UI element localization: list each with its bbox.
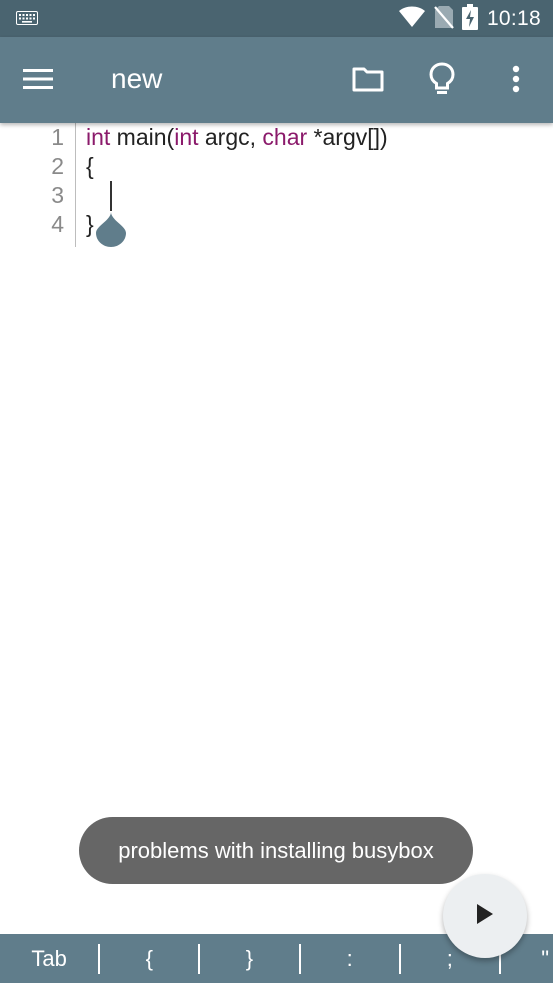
line-number: 4 xyxy=(51,211,64,237)
run-button[interactable] xyxy=(443,874,527,958)
status-time: 10:18 xyxy=(486,7,541,30)
wifi-icon xyxy=(390,6,426,33)
code-text: { xyxy=(86,153,94,179)
line-number: 3 xyxy=(51,182,64,208)
app-toolbar: new xyxy=(0,37,553,123)
code-line: 3 xyxy=(0,181,553,210)
code-editor[interactable]: 1 int main(int argc, char *argv[]) 2 { 3… xyxy=(0,123,553,934)
text-cursor xyxy=(110,181,112,211)
code-line: 1 int main(int argc, char *argv[]) xyxy=(0,123,553,152)
no-sim-icon xyxy=(426,5,454,34)
folder-icon[interactable] xyxy=(344,55,392,103)
play-icon xyxy=(475,903,495,930)
file-title: new xyxy=(111,63,163,94)
code-token: *argv[]) xyxy=(307,124,388,150)
code-token: main( xyxy=(110,124,175,150)
battery-charging-icon xyxy=(454,3,478,35)
code-text: } xyxy=(86,211,94,237)
status-bar: 10:18 xyxy=(0,0,553,37)
menu-icon[interactable] xyxy=(14,55,62,103)
line-number: 1 xyxy=(51,124,64,150)
toast-message: problems with installing busybox xyxy=(79,817,473,884)
keyword: int xyxy=(86,124,111,150)
keyboard-icon xyxy=(16,11,38,30)
code-line: 4 } xyxy=(0,210,553,239)
key-open-brace[interactable]: { xyxy=(100,934,198,983)
key-close-brace[interactable]: } xyxy=(200,934,298,983)
cursor-handle-icon[interactable] xyxy=(95,212,127,253)
code-line: 2 { xyxy=(0,152,553,181)
code-token: argc, xyxy=(198,124,263,150)
key-colon[interactable]: : xyxy=(301,934,399,983)
keyword: int xyxy=(174,124,199,150)
key-tab[interactable]: Tab xyxy=(0,934,98,983)
code-text: int main(int argc, char *argv[]) xyxy=(86,123,388,152)
toast-text: problems with installing busybox xyxy=(118,837,434,863)
line-number: 2 xyxy=(51,153,64,179)
lightbulb-icon[interactable] xyxy=(418,55,466,103)
keyword: char xyxy=(262,124,308,150)
more-vert-icon[interactable] xyxy=(492,55,540,103)
